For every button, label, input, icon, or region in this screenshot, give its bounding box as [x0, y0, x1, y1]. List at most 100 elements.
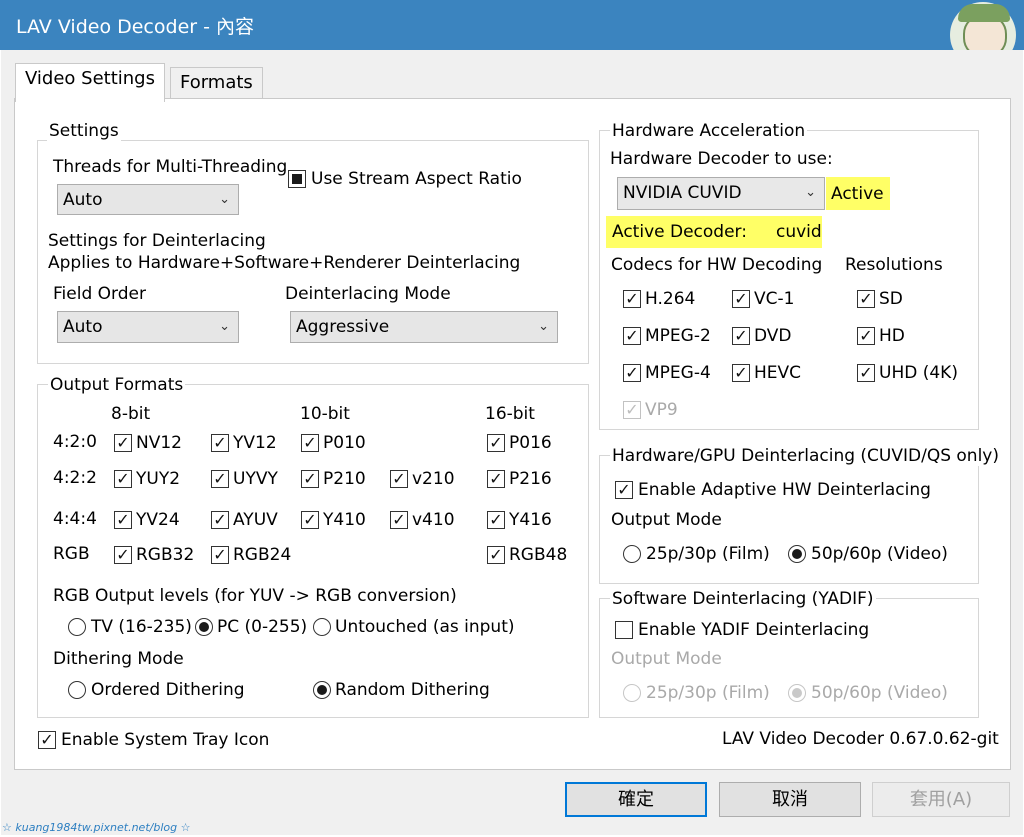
- col-16bit-header: 16-bit: [485, 404, 535, 424]
- v410-checkbox[interactable]: ✓: [390, 511, 408, 529]
- rgb48-label: RGB48: [509, 545, 568, 565]
- yv12-checkbox[interactable]: ✓: [211, 434, 229, 452]
- p216-label: P216: [509, 469, 552, 489]
- tab-formats[interactable]: Formats: [170, 67, 263, 101]
- hw-decoder-select[interactable]: NVIDIA CUVID ⌄: [617, 177, 825, 210]
- threads-select[interactable]: Auto ⌄: [57, 184, 239, 215]
- yuy2-checkbox[interactable]: ✓: [114, 470, 132, 488]
- rgb32-checkbox[interactable]: ✓: [114, 546, 132, 564]
- uyvy-checkbox[interactable]: ✓: [211, 470, 229, 488]
- output-formats-title: Output Formats: [48, 375, 186, 395]
- col-8bit-header: 8-bit: [111, 404, 151, 424]
- nv12-label: NV12: [136, 433, 182, 453]
- hw-deint-title: Hardware/GPU Deinterlacing (CUVID/QS onl…: [610, 446, 1001, 466]
- stream-aspect-checkbox[interactable]: [288, 170, 306, 188]
- p216-checkbox[interactable]: ✓: [487, 470, 505, 488]
- dither-random-radio[interactable]: [313, 681, 331, 699]
- hw-video-label: 50p/60p (Video): [811, 544, 948, 564]
- rgb32-label: RGB32: [136, 545, 195, 565]
- levels-untouched-radio[interactable]: [313, 618, 331, 636]
- yv24-checkbox[interactable]: ✓: [114, 511, 132, 529]
- stream-aspect-label: Use Stream Aspect Ratio: [311, 169, 522, 189]
- codec-mpeg2-label: MPEG-2: [645, 326, 711, 346]
- res-hd-checkbox[interactable]: ✓: [857, 327, 875, 345]
- p016-checkbox[interactable]: ✓: [487, 434, 505, 452]
- p210-label: P210: [323, 469, 366, 489]
- codec-hevc-label: HEVC: [754, 363, 802, 383]
- levels-pc-radio[interactable]: [195, 618, 213, 636]
- cancel-button[interactable]: 取消: [719, 782, 861, 817]
- deint-mode-select[interactable]: Aggressive ⌄: [290, 311, 558, 343]
- active-decoder-value: cuvid: [776, 222, 822, 242]
- hw-codecs-label: Codecs for HW Decoding: [611, 255, 823, 275]
- apply-button[interactable]: 套用(A): [872, 782, 1010, 817]
- chevron-down-icon: ⌄: [219, 319, 230, 334]
- levels-tv-radio[interactable]: [68, 618, 86, 636]
- codec-vc1-label: VC-1: [754, 289, 795, 309]
- hw-video-radio[interactable]: [788, 545, 806, 563]
- chevron-down-icon: ⌄: [805, 185, 816, 200]
- adaptive-hw-deint-checkbox[interactable]: ✓: [615, 481, 633, 499]
- rgb24-label: RGB24: [233, 545, 292, 565]
- hw-decoder-label: Hardware Decoder to use:: [610, 149, 833, 169]
- y416-checkbox[interactable]: ✓: [487, 511, 505, 529]
- uyvy-label: UYVY: [233, 469, 278, 489]
- res-sd-checkbox[interactable]: ✓: [857, 290, 875, 308]
- hw-accel-group: [599, 130, 979, 430]
- hw-decoder-value: NVIDIA CUVID: [623, 183, 742, 203]
- y416-label: Y416: [509, 510, 552, 530]
- sw-film-label: 25p/30p (Film): [646, 683, 770, 703]
- avatar-hair-icon: [958, 4, 1010, 22]
- v210-checkbox[interactable]: ✓: [390, 470, 408, 488]
- field-order-label: Field Order: [53, 284, 146, 304]
- sw-video-label: 50p/60p (Video): [811, 683, 948, 703]
- codec-hevc-checkbox[interactable]: ✓: [732, 364, 750, 382]
- yadif-checkbox[interactable]: [615, 621, 633, 639]
- res-uhd-checkbox[interactable]: ✓: [857, 364, 875, 382]
- tray-icon-checkbox[interactable]: ✓: [38, 731, 56, 749]
- dither-mode-label: Dithering Mode: [53, 649, 184, 669]
- codec-vc1-checkbox[interactable]: ✓: [732, 290, 750, 308]
- nv12-checkbox[interactable]: ✓: [114, 434, 132, 452]
- rgb48-checkbox[interactable]: ✓: [487, 546, 505, 564]
- p016-label: P016: [509, 433, 552, 453]
- y410-checkbox[interactable]: ✓: [301, 511, 319, 529]
- sw-deint-title: Software Deinterlacing (YADIF): [610, 589, 876, 609]
- ok-button[interactable]: 確定: [565, 782, 707, 817]
- hw-film-radio[interactable]: [623, 545, 641, 563]
- res-hd-label: HD: [879, 326, 905, 346]
- codec-h264-checkbox[interactable]: ✓: [623, 290, 641, 308]
- codec-mpeg2-checkbox[interactable]: ✓: [623, 327, 641, 345]
- window-title: LAV Video Decoder - 內容: [16, 16, 255, 38]
- levels-tv-label: TV (16-235): [91, 617, 192, 637]
- levels-untouched-label: Untouched (as input): [335, 617, 515, 637]
- settings-group-title: Settings: [47, 121, 121, 141]
- field-order-value: Auto: [63, 317, 103, 337]
- codec-mpeg4-checkbox[interactable]: ✓: [623, 364, 641, 382]
- codec-dvd-checkbox[interactable]: ✓: [732, 327, 750, 345]
- v410-label: v410: [412, 510, 455, 530]
- row-label-rgb: RGB: [53, 544, 90, 564]
- ayuv-label: AYUV: [233, 510, 278, 530]
- codec-vp9-checkbox[interactable]: ✓: [623, 401, 641, 419]
- tab-video-settings[interactable]: Video Settings: [15, 63, 165, 102]
- codec-mpeg4-label: MPEG-4: [645, 363, 711, 383]
- codec-dvd-label: DVD: [754, 326, 792, 346]
- adaptive-hw-deint-label: Enable Adaptive HW Deinterlacing: [638, 480, 931, 500]
- rgb24-checkbox[interactable]: ✓: [211, 546, 229, 564]
- deint-settings-title: Settings for Deinterlacing: [48, 231, 266, 251]
- hw-film-label: 25p/30p (Film): [646, 544, 770, 564]
- yuy2-label: YUY2: [136, 469, 181, 489]
- sw-video-radio[interactable]: [788, 684, 806, 702]
- deint-settings-desc: Applies to Hardware+Software+Renderer De…: [48, 253, 521, 273]
- dither-ordered-label: Ordered Dithering: [91, 680, 245, 700]
- ayuv-checkbox[interactable]: ✓: [211, 511, 229, 529]
- version-label: LAV Video Decoder 0.67.0.62-git: [722, 729, 999, 749]
- res-sd-label: SD: [879, 289, 903, 309]
- field-order-select[interactable]: Auto ⌄: [57, 311, 239, 343]
- sw-film-radio[interactable]: [623, 684, 641, 702]
- dither-ordered-radio[interactable]: [68, 681, 86, 699]
- p010-checkbox[interactable]: ✓: [301, 434, 319, 452]
- res-uhd-label: UHD (4K): [879, 363, 958, 383]
- p210-checkbox[interactable]: ✓: [301, 470, 319, 488]
